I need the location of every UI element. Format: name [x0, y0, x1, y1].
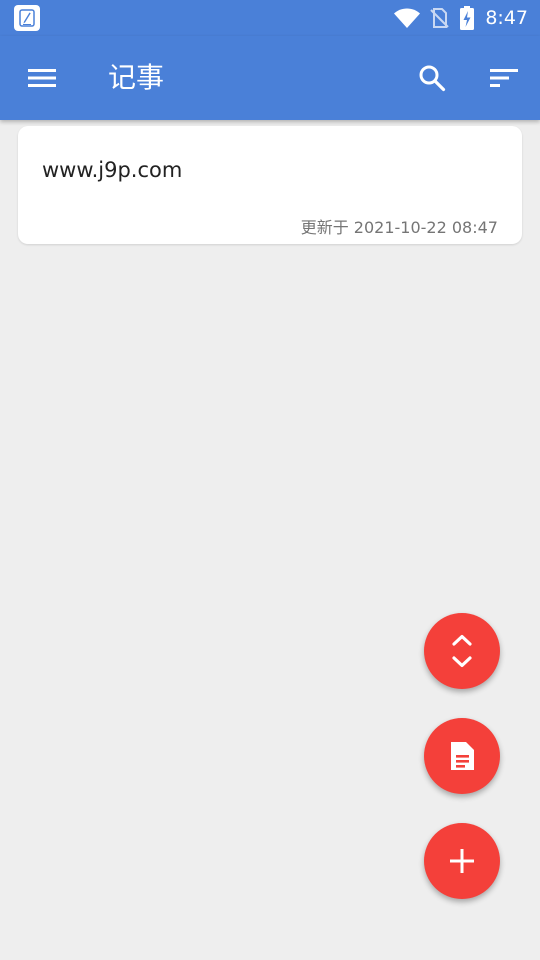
- sort-icon: [489, 67, 519, 89]
- status-icons: 8:47: [393, 0, 540, 36]
- wifi-icon: [393, 6, 421, 30]
- document-icon: [448, 740, 476, 772]
- app-bar: 记事: [0, 36, 540, 120]
- status-bar: 8:47: [0, 0, 540, 36]
- unfold-icon: [448, 631, 476, 671]
- plus-icon: [447, 846, 477, 876]
- battery-charging-icon: [459, 5, 475, 31]
- page-title: 记事: [108, 61, 165, 94]
- menu-button[interactable]: [18, 54, 66, 102]
- note-updated-time: 更新于 2021-10-22 08:47: [300, 218, 498, 237]
- no-sim-icon: [427, 6, 451, 30]
- search-button[interactable]: [408, 54, 456, 102]
- note-title: www.j9p.com: [42, 158, 183, 182]
- document-button[interactable]: [424, 718, 500, 794]
- sort-button[interactable]: [480, 54, 528, 102]
- menu-icon: [27, 67, 57, 89]
- scroll-toggle-button[interactable]: [424, 613, 500, 689]
- app-notification-icon: [14, 5, 40, 31]
- search-icon: [418, 64, 446, 92]
- add-note-button[interactable]: [424, 823, 500, 899]
- note-card[interactable]: www.j9p.com 更新于 2021-10-22 08:47: [18, 126, 522, 244]
- clock: 8:47: [485, 7, 528, 29]
